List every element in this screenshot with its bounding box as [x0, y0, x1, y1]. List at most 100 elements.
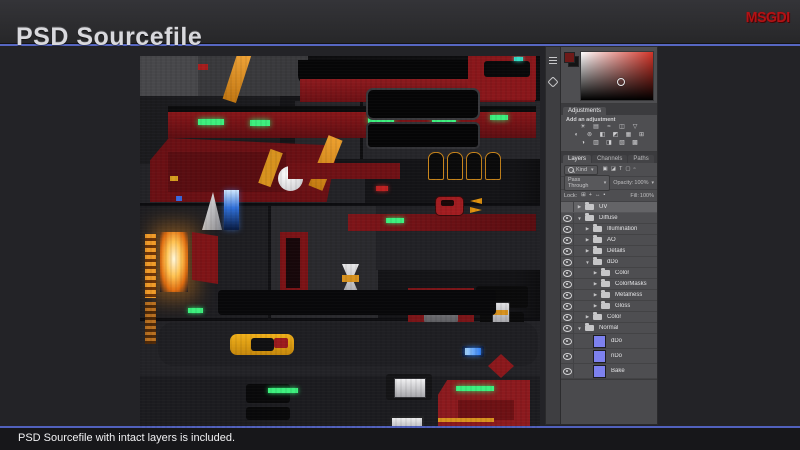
adjustment-layers-icon[interactable]: ◪ [611, 166, 616, 173]
adjustment-icons: ☀ ▤ ≈ ◫ ▽ ◐ ⊚ ◧ ◩ ▦ ⊞ ◑ ▥ ◨ ▧ ▩ [561, 124, 657, 147]
curves-icon[interactable]: ≈ [605, 124, 614, 131]
layer-row[interactable]: ▶ ColorMasks [561, 279, 657, 290]
green-light [456, 386, 494, 391]
invert-icon[interactable]: ◑ [579, 140, 588, 147]
visibility-toggle[interactable] [561, 235, 574, 245]
visibility-toggle[interactable] [561, 323, 574, 333]
expand-arrow[interactable]: ▶ [584, 314, 591, 320]
orange-segments [145, 302, 156, 344]
layer-name: Gloss [615, 303, 631, 309]
visibility-toggle[interactable] [561, 224, 574, 234]
visibility-toggle[interactable] [561, 213, 574, 223]
layer-row[interactable]: ▼ Normal [561, 323, 657, 334]
gradient-map-icon[interactable]: ▧ [618, 140, 627, 147]
layer-row[interactable]: dDo [561, 334, 657, 349]
photo-filter-icon[interactable]: ◩ [611, 132, 620, 139]
photoshop-panel: Adjustments Add an adjustment ☀ ▤ ≈ ◫ ▽ ◐ ⊚ ◧ ◩ ▦… [545, 46, 658, 425]
layer-row[interactable]: ▼ Diffuse [561, 213, 657, 224]
foreground-color-swatch[interactable] [564, 52, 575, 63]
expand-arrow[interactable]: ▶ [592, 292, 599, 298]
tab-paths[interactable]: Paths [628, 155, 654, 163]
eye-icon [562, 337, 572, 345]
layer-row[interactable]: ▶ Illumination [561, 224, 657, 235]
visibility-toggle[interactable] [561, 246, 574, 256]
color-swatches[interactable] [564, 52, 579, 67]
green-light [198, 119, 224, 125]
layer-row[interactable]: ▶ Details [561, 246, 657, 257]
layer-row-body: dDo [574, 334, 657, 348]
expand-arrow[interactable]: ▶ [592, 303, 599, 309]
filter-kind-select[interactable]: Kind [564, 164, 598, 175]
yellow-dot [170, 176, 178, 181]
chevron-down-icon [649, 180, 654, 186]
expand-arrow[interactable]: ▶ [576, 204, 583, 210]
layer-row[interactable]: Bake [561, 364, 657, 379]
fill-control[interactable]: Fill: 100% [630, 193, 654, 199]
shape-layers-icon[interactable]: ▢ [625, 166, 630, 173]
layer-row[interactable]: ▼ dDo [561, 257, 657, 268]
layer-row[interactable]: ▶ Metalness [561, 290, 657, 301]
layer-row[interactable]: nDo [561, 349, 657, 364]
tab-layers[interactable]: Layers [563, 155, 592, 163]
lock-pixels-icon[interactable]: + [589, 192, 592, 199]
expand-arrow[interactable]: ▼ [576, 216, 583, 221]
link-glyph [547, 76, 559, 88]
layer-row[interactable]: ▶ Color [561, 312, 657, 323]
hue-saturation-icon[interactable]: ◐ [572, 132, 581, 139]
expand-arrow[interactable]: ▶ [592, 281, 599, 287]
lock-position-icon[interactable]: ↔ [595, 192, 601, 199]
visibility-toggle[interactable] [561, 257, 574, 267]
layer-name: Diffuse [599, 215, 618, 221]
layer-name: Metalness [615, 292, 643, 298]
brightness-contrast-icon[interactable]: ☀ [579, 124, 588, 131]
vibrance-icon[interactable]: ▽ [631, 124, 640, 131]
properties-icon[interactable] [548, 55, 558, 65]
libraries-icon[interactable] [547, 76, 559, 88]
lock-all-icon[interactable]: ▪ [603, 192, 605, 199]
visibility-toggle[interactable] [561, 202, 574, 212]
posterize-icon[interactable]: ▥ [592, 140, 601, 147]
blend-mode-select[interactable]: Pass Through [564, 175, 611, 191]
red-band [348, 214, 536, 231]
visibility-toggle[interactable] [561, 364, 574, 378]
visibility-toggle[interactable] [561, 349, 574, 363]
visibility-toggle[interactable] [561, 290, 574, 300]
visibility-toggle[interactable] [561, 301, 574, 311]
eye-icon [562, 280, 572, 288]
opacity-control[interactable]: Opacity: 100% [613, 180, 654, 186]
expand-arrow[interactable]: ▼ [584, 260, 591, 265]
type-layers-icon[interactable]: T [619, 166, 622, 173]
page-title: PSD Sourcefile [16, 22, 203, 51]
visibility-toggle[interactable] [561, 268, 574, 278]
tab-adjustments[interactable]: Adjustments [563, 107, 607, 115]
color-lookup-icon[interactable]: ⊞ [637, 132, 646, 139]
color-field[interactable] [580, 51, 654, 101]
black-white-icon[interactable]: ◧ [598, 132, 607, 139]
lock-transparency-icon[interactable]: ⊞ [581, 192, 586, 199]
threshold-icon[interactable]: ◨ [605, 140, 614, 147]
visibility-toggle[interactable] [561, 279, 574, 289]
expand-arrow[interactable]: ▶ [584, 226, 591, 232]
color-cursor[interactable] [616, 77, 625, 86]
expand-arrow[interactable]: ▶ [592, 270, 599, 276]
layer-row-body: ▶ Color [574, 268, 657, 276]
visibility-toggle[interactable] [561, 312, 574, 322]
expand-arrow[interactable]: ▼ [576, 326, 583, 331]
color-balance-icon[interactable]: ⊚ [585, 132, 594, 139]
expand-arrow[interactable]: ▶ [584, 237, 591, 243]
layer-row[interactable]: ▶ Gloss [561, 301, 657, 312]
selective-color-icon[interactable]: ▩ [631, 140, 640, 147]
exposure-icon[interactable]: ◫ [618, 124, 627, 131]
levels-icon[interactable]: ▤ [592, 124, 601, 131]
add-adjustment-label: Add an adjustment [566, 117, 616, 123]
channel-mixer-icon[interactable]: ▦ [624, 132, 633, 139]
layer-row[interactable]: ▶ Color [561, 268, 657, 279]
layer-row-body: ▶ AO [574, 235, 657, 243]
pixel-layers-icon[interactable]: ▣ [603, 166, 608, 173]
expand-arrow[interactable]: ▶ [584, 248, 591, 254]
tab-channels[interactable]: Channels [592, 155, 628, 163]
visibility-toggle[interactable] [561, 334, 574, 348]
layer-row[interactable]: ▶ AO [561, 235, 657, 246]
layer-row[interactable]: ▶ UV [561, 202, 657, 213]
smart-objects-icon[interactable]: ▫ [634, 166, 636, 173]
